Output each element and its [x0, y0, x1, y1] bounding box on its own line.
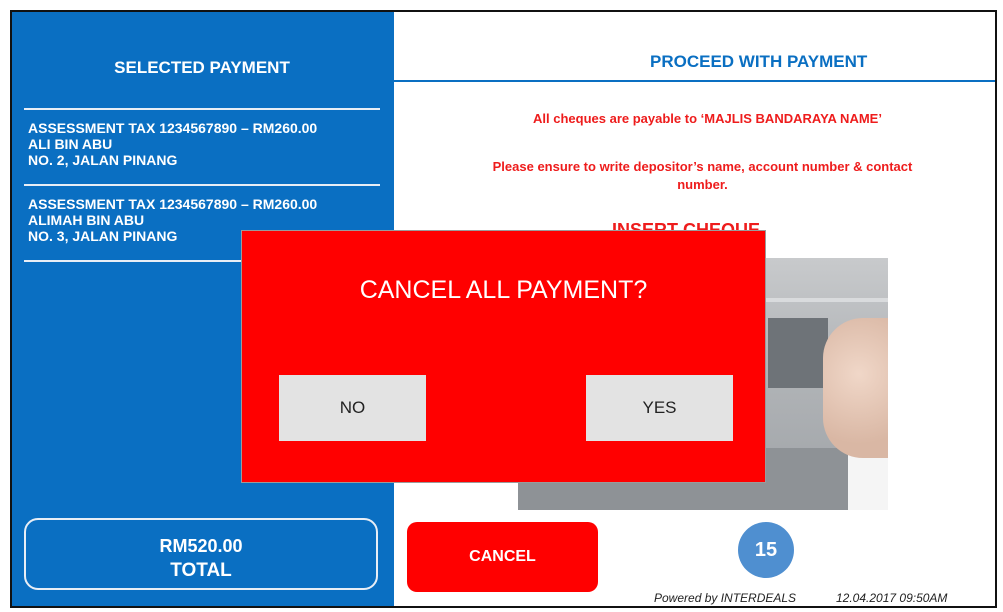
powered-by-text: Powered by INTERDEALS [654, 591, 797, 605]
selected-payment-title: SELECTED PAYMENT [114, 58, 290, 77]
payment-item-1-address: NO. 2, JALAN PINANG [28, 152, 178, 168]
total-label: TOTAL [170, 560, 232, 581]
divider [24, 108, 380, 110]
cancel-button[interactable]: CANCEL [407, 522, 598, 592]
kiosk-screen: SELECTED PAYMENT ASSESSMENT TAX 12345678… [0, 0, 1003, 612]
timestamp: 12.04.2017 09:50AM [836, 591, 948, 605]
total-amount: RM520.00 [159, 536, 243, 556]
depositor-notice-line1: Please ensure to write depositor’s name,… [492, 159, 913, 174]
payment-item-1-tax: ASSESSMENT TAX 1234567890 – RM260.00 [28, 120, 318, 136]
payment-item-1: ASSESSMENT TAX 1234567890 – RM260.00 ALI… [28, 120, 317, 168]
no-button[interactable]: NO [279, 375, 426, 441]
hand [823, 318, 888, 458]
yes-button[interactable]: YES [586, 375, 733, 441]
payment-item-2-name: ALIMAH BIN ABU [28, 212, 145, 228]
header-divider [394, 80, 997, 82]
payable-notice: All cheques are payable to ‘MAJLIS BANDA… [533, 111, 882, 126]
dialog-title: CANCEL ALL PAYMENT? [359, 276, 648, 304]
cancel-payment-dialog: CANCEL ALL PAYMENT? NO YES [241, 230, 766, 483]
payment-item-2-tax: ASSESSMENT TAX 1234567890 – RM260.00 [28, 196, 318, 212]
total-box: RM520.00 TOTAL [24, 518, 378, 590]
payment-item-1-name: ALI BIN ABU [28, 136, 113, 152]
cheque-slot [768, 318, 828, 388]
proceed-payment-title: PROCEED WITH PAYMENT [650, 52, 868, 71]
depositor-notice-line2: number. [677, 177, 728, 192]
countdown-timer: 15 [738, 522, 794, 578]
divider [24, 184, 380, 186]
